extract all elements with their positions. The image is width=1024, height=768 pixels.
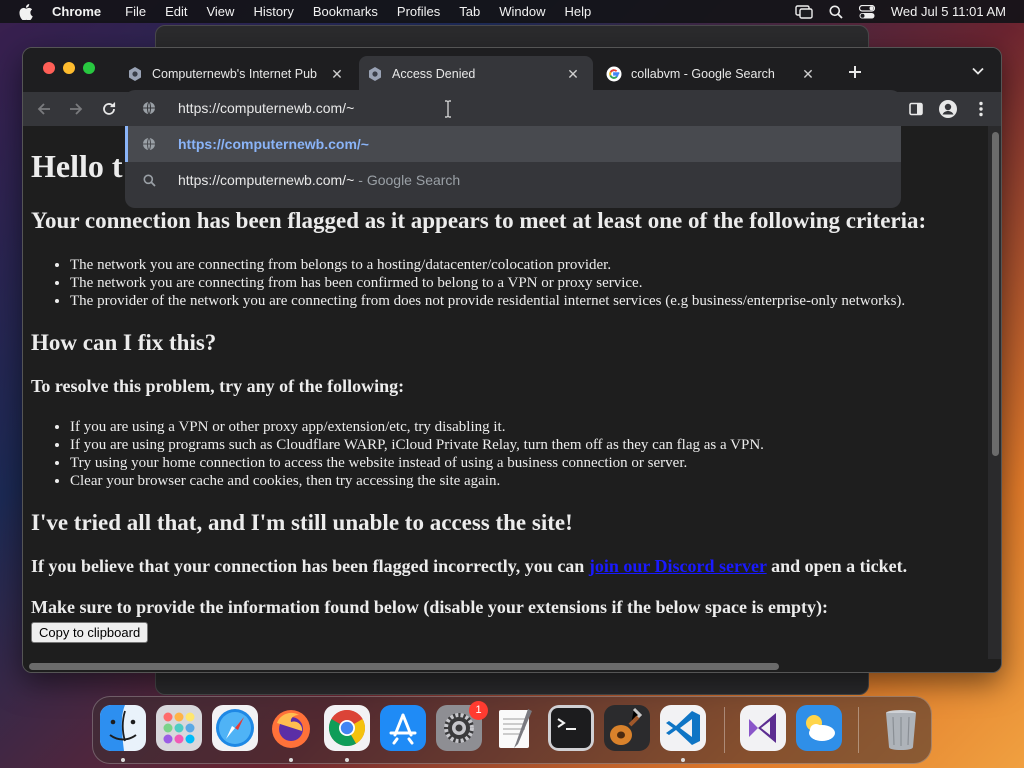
discord-link[interactable]: join our Discord server (589, 556, 767, 576)
incorrect-prefix: If you believe that your connection has … (31, 556, 589, 576)
tab-close-icon[interactable]: ✕ (329, 66, 345, 82)
google-chrome-icon[interactable] (324, 705, 370, 751)
address-bar[interactable]: https://computernewb.com/~ (125, 90, 901, 126)
incorrect-flag-text: If you believe that your connection has … (31, 556, 907, 577)
fixes-list: If you are using a VPN or other proxy ap… (70, 418, 764, 490)
minimize-window-button[interactable] (63, 62, 75, 74)
menu-tab[interactable]: Tab (459, 4, 480, 19)
running-indicator (289, 758, 293, 762)
menu-help[interactable]: Help (565, 4, 592, 19)
visual-studio-code-icon[interactable] (660, 705, 706, 751)
running-indicator (345, 758, 349, 762)
status-area: Wed Jul 5 11:01 AM (795, 0, 1006, 23)
info-heading: Make sure to provide the information fou… (31, 597, 829, 617)
chrome-window: Computernewb's Internet Pub ✕ Access Den… (22, 47, 1002, 673)
safari-icon[interactable] (212, 705, 258, 751)
menu-edit[interactable]: Edit (165, 4, 187, 19)
suggestion-text: https://computernewb.com/~ (178, 136, 369, 152)
tab-label: Computernewb's Internet Pub (152, 67, 317, 81)
google-icon (606, 66, 622, 82)
text-cursor-icon (445, 100, 451, 118)
list-item: The network you are connecting from has … (70, 274, 905, 292)
close-window-button[interactable] (43, 62, 55, 74)
visual-studio-icon[interactable] (740, 705, 786, 751)
dock-separator (858, 707, 859, 753)
globe-icon (141, 136, 157, 152)
notification-badge: 1 (469, 701, 488, 720)
tab-strip: Computernewb's Internet Pub ✕ Access Den… (23, 48, 1001, 92)
list-item: Try using your home connection to access… (70, 454, 764, 472)
list-item: The network you are connecting from belo… (70, 256, 905, 274)
suggestion-suffix: - Google Search (358, 172, 461, 188)
running-indicator (121, 758, 125, 762)
list-item: The provider of the network you are conn… (70, 292, 905, 310)
garageband-icon[interactable] (604, 705, 650, 751)
tab-access-denied[interactable]: Access Denied ✕ (359, 56, 593, 92)
menu-file[interactable]: File (125, 4, 146, 19)
back-arrow-icon[interactable] (34, 99, 54, 119)
tab-computernewb-pub[interactable]: Computernewb's Internet Pub ✕ (119, 56, 357, 92)
computernewb-icon (369, 67, 381, 81)
list-item: If you are using programs such as Cloudf… (70, 436, 764, 454)
incorrect-suffix: and open a ticket. (766, 556, 908, 576)
menu-bookmarks[interactable]: Bookmarks (313, 4, 378, 19)
apple-menu-icon[interactable] (18, 3, 34, 20)
tab-close-icon[interactable]: ✕ (800, 66, 816, 82)
app-store-icon[interactable] (380, 705, 426, 751)
finder-icon[interactable] (100, 705, 146, 751)
side-panel-icon[interactable] (906, 99, 926, 119)
computernewb-icon (129, 67, 141, 81)
menu-bar: Chrome File Edit View History Bookmarks … (0, 0, 1024, 23)
new-tab-plus-icon[interactable] (845, 62, 865, 82)
menu-window[interactable]: Window (499, 4, 545, 19)
trash-icon[interactable] (878, 705, 924, 751)
reload-icon[interactable] (99, 99, 119, 119)
omnibox-dropdown: https://computernewb.com/~ https://compu… (125, 90, 901, 208)
address-input[interactable]: https://computernewb.com/~ (178, 100, 354, 116)
tab-label: Access Denied (392, 67, 476, 81)
horizontal-scrollbar[interactable] (23, 659, 1001, 672)
resolve-heading: To resolve this problem, try any of the … (31, 376, 405, 396)
suggestion-text: https://computernewb.com/~ (178, 172, 355, 188)
kebab-menu-icon[interactable] (971, 99, 991, 119)
zoom-window-button[interactable] (83, 62, 95, 74)
globe-icon (141, 100, 157, 116)
firefox-icon[interactable] (268, 705, 314, 751)
running-indicator (681, 758, 685, 762)
spotlight-search-icon[interactable] (829, 5, 843, 19)
launchpad-icon[interactable] (156, 705, 202, 751)
list-item: If you are using a VPN or other proxy ap… (70, 418, 764, 436)
criteria-list: The network you are connecting from belo… (70, 256, 905, 310)
vertical-scroll-thumb[interactable] (992, 132, 999, 456)
menu-view[interactable]: View (206, 4, 234, 19)
menu-app-name[interactable]: Chrome (52, 4, 101, 19)
fix-heading: How can I fix this? (31, 330, 217, 355)
weather-icon[interactable] (796, 705, 842, 751)
tab-search-chevron-icon[interactable] (971, 64, 987, 80)
menu-history[interactable]: History (253, 4, 293, 19)
page-title: Hello t (31, 148, 123, 184)
control-center-icon[interactable] (858, 4, 875, 19)
vertical-scrollbar[interactable] (988, 126, 1001, 659)
horizontal-scroll-thumb[interactable] (29, 663, 779, 670)
menubar-clock[interactable]: Wed Jul 5 11:01 AM (891, 4, 1006, 19)
profile-avatar-icon[interactable] (938, 99, 958, 119)
omnibox-suggestion-url[interactable]: https://computernewb.com/~ (125, 126, 901, 162)
tab-close-icon[interactable]: ✕ (565, 66, 581, 82)
screen-mirroring-icon[interactable] (795, 4, 813, 19)
still-unable-heading: I've tried all that, and I'm still unabl… (31, 510, 573, 535)
dock (92, 696, 932, 764)
menu-profiles[interactable]: Profiles (397, 4, 440, 19)
omnibox-suggestion-search[interactable]: https://computernewb.com/~ - Google Sear… (125, 162, 901, 198)
terminal-icon[interactable] (548, 705, 594, 751)
copy-to-clipboard-button[interactable]: Copy to clipboard (31, 622, 149, 643)
tab-google-search[interactable]: collabvm - Google Search ✕ (598, 56, 828, 92)
flagged-heading: Your connection has been flagged as it a… (31, 208, 927, 233)
dock-separator (724, 707, 725, 753)
list-item: Clear your browser cache and cookies, th… (70, 472, 764, 490)
forward-arrow-icon[interactable] (66, 99, 86, 119)
tab-label: collabvm - Google Search (631, 67, 775, 81)
search-icon (141, 172, 157, 188)
textedit-icon[interactable] (492, 705, 538, 751)
